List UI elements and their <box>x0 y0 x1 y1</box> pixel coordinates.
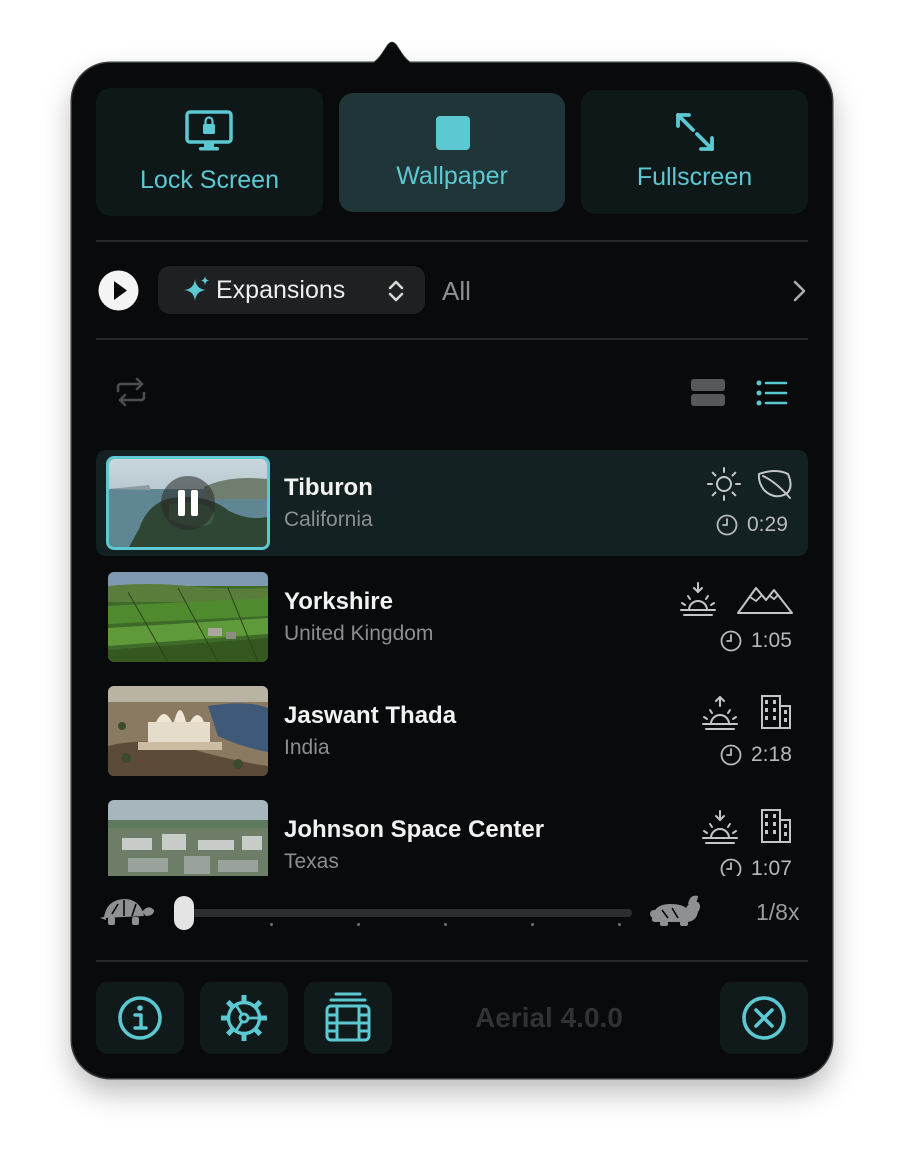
video-subtitle: California <box>284 508 373 531</box>
slider-thumb[interactable] <box>174 896 194 930</box>
video-thumbnail[interactable] <box>108 686 268 776</box>
johnson-space-center-thumbnail-image <box>108 800 268 876</box>
video-thumbnail[interactable] <box>108 572 268 662</box>
video-duration: 0:29 <box>747 513 788 536</box>
video-thumbnail[interactable] <box>106 456 270 550</box>
clock-icon <box>720 858 742 876</box>
divider-middle <box>96 338 808 340</box>
video-thumbnail[interactable] <box>108 800 268 876</box>
mountains-icon <box>737 587 793 614</box>
app-version: Aerial 4.0.0 <box>475 1002 623 1033</box>
clock-icon <box>716 514 738 536</box>
wallpaper-icon <box>436 116 470 150</box>
fullscreen-mode-button[interactable]: Fullscreen <box>581 90 808 214</box>
building-icon <box>761 695 791 729</box>
pause-button[interactable] <box>160 475 216 531</box>
chevron-updown-icon <box>388 280 404 302</box>
video-row-jaswant-thada[interactable]: Jaswant Thada India 2:18 <box>96 678 808 784</box>
leaf-icon <box>757 470 792 499</box>
speed-slider[interactable] <box>174 896 632 930</box>
rabbit-icon <box>650 895 700 926</box>
close-button[interactable] <box>720 982 808 1054</box>
source-selector[interactable]: Expansions <box>158 266 425 314</box>
clock-icon <box>720 630 742 652</box>
repeat-icon[interactable] <box>114 377 148 407</box>
building-icon <box>761 809 791 843</box>
library-button[interactable] <box>304 982 392 1054</box>
close-circle-icon <box>742 996 786 1040</box>
sunset-icon <box>680 582 716 616</box>
sunset-icon <box>702 810 738 844</box>
video-list: Tiburon California 0:29 Yorkshire United… <box>0 440 904 876</box>
sparkles-icon <box>184 276 209 301</box>
jaswant-thada-thumbnail-image <box>108 686 268 776</box>
speed-value: 1/8x <box>756 899 800 925</box>
video-title: Yorkshire <box>284 588 393 615</box>
source-selector-label: Expansions <box>216 276 346 304</box>
video-duration: 1:05 <box>751 629 792 652</box>
info-icon <box>118 996 162 1040</box>
video-duration: 2:18 <box>751 743 792 766</box>
turtle-icon <box>100 899 154 925</box>
slider-tick <box>444 923 447 926</box>
sunrise-icon <box>702 696 738 730</box>
divider-top <box>96 240 808 242</box>
slider-track <box>178 909 632 917</box>
video-title: Tiburon <box>284 474 373 501</box>
play-button[interactable] <box>98 270 139 311</box>
gear-icon <box>221 995 267 1041</box>
slider-tick <box>270 923 273 926</box>
fullscreen-label: Fullscreen <box>636 163 753 191</box>
settings-button[interactable] <box>200 982 288 1054</box>
video-title: Johnson Space Center <box>284 816 545 843</box>
divider-bottom <box>96 960 808 962</box>
lock-screen-mode-button[interactable]: Lock Screen <box>96 88 323 216</box>
chevron-right-icon[interactable] <box>790 279 808 303</box>
sun-icon <box>707 467 741 501</box>
wallpaper-label: Wallpaper <box>396 162 508 190</box>
video-subtitle: Texas <box>284 850 339 873</box>
video-row-johnson-space-center[interactable]: Johnson Space Center Texas 1:07 <box>96 792 808 876</box>
video-subtitle: India <box>284 736 330 759</box>
info-button[interactable] <box>96 982 184 1054</box>
fullscreen-icon <box>676 113 714 151</box>
video-title: Jaswant Thada <box>284 702 457 729</box>
list-view-icon[interactable] <box>756 380 788 406</box>
video-duration: 1:07 <box>751 857 792 876</box>
popover-arrow-cover <box>363 42 421 67</box>
yorkshire-thumbnail-image <box>108 572 268 662</box>
video-subtitle: United Kingdom <box>284 622 434 645</box>
film-stack-icon <box>325 992 371 1042</box>
lock-screen-label: Lock Screen <box>140 166 279 194</box>
filter-label[interactable]: All <box>442 276 471 307</box>
slider-tick <box>618 923 621 926</box>
video-row-yorkshire[interactable]: Yorkshire United Kingdom 1:05 <box>96 564 808 670</box>
slider-tick <box>357 923 360 926</box>
lock-screen-icon <box>185 110 233 151</box>
card-view-icon[interactable] <box>691 379 725 407</box>
wallpaper-mode-button[interactable]: Wallpaper <box>339 93 565 212</box>
video-row-tiburon[interactable]: Tiburon California 0:29 <box>96 450 808 556</box>
slider-tick <box>531 923 534 926</box>
clock-icon <box>720 744 742 766</box>
